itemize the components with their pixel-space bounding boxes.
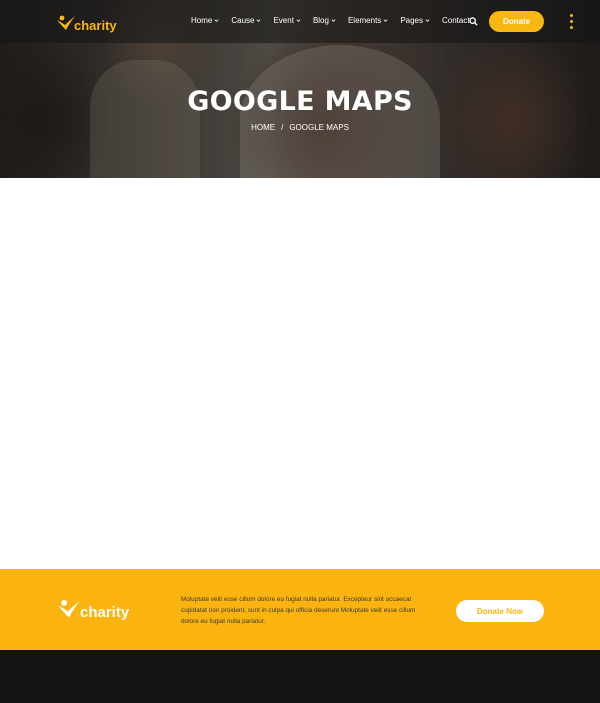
menu-item-pages[interactable]: Pages [400, 16, 430, 25]
chevron-down-icon [296, 19, 301, 22]
chevron-down-icon [383, 19, 388, 22]
dot [570, 20, 573, 23]
donate-now-button[interactable]: Donate Now [456, 600, 544, 622]
page-title: GOOGLE MAPS [187, 86, 413, 117]
chevron-down-icon [425, 19, 430, 22]
menu-item-event[interactable]: Event [273, 16, 301, 25]
search-icon[interactable] [469, 17, 478, 26]
vertical-dots-icon[interactable] [569, 14, 574, 29]
breadcrumb-home-link[interactable]: HOME [251, 123, 275, 132]
menu-item-label: Contact [442, 16, 470, 25]
chevron-down-icon [331, 19, 336, 22]
charity-logo-icon [57, 15, 75, 30]
menu-item-label: Cause [231, 16, 255, 25]
charity-logo-icon [58, 599, 80, 618]
map-content-area [0, 178, 600, 569]
menu-item-label: Event [273, 16, 294, 25]
logo-wordmark: charity [80, 604, 130, 621]
top-navigation: charity Home Cause Event Blog Elements P… [0, 0, 600, 43]
menu-item-label: Home [191, 16, 213, 25]
main-menu: Home Cause Event Blog Elements Pages Con… [191, 16, 482, 25]
breadcrumb-current: GOOGLE MAPS [289, 123, 349, 132]
menu-item-blog[interactable]: Blog [313, 16, 336, 25]
footer-cta-text: Moluptate velit esse cillum dolore eu fu… [181, 596, 416, 625]
menu-item-cause[interactable]: Cause [231, 16, 261, 25]
logo-wordmark: charity [74, 18, 117, 33]
site-logo[interactable]: charity [56, 12, 117, 33]
menu-item-label: Blog [312, 16, 329, 25]
breadcrumb-separator: / [281, 123, 284, 132]
menu-item-label: Elements [347, 16, 382, 25]
dot [570, 14, 573, 17]
footer-cta: charity Moluptate velit esse cillum dolo… [0, 569, 600, 650]
donate-button[interactable]: Donate [489, 11, 544, 32]
menu-item-elements[interactable]: Elements [348, 16, 388, 25]
footer-logo[interactable]: charity [56, 596, 129, 621]
chevron-down-icon [214, 19, 219, 22]
menu-item-label: Pages [400, 16, 423, 25]
chevron-down-icon [257, 19, 261, 22]
menu-item-home[interactable]: Home [191, 16, 219, 25]
dot [570, 26, 573, 29]
footer-bottom [0, 650, 600, 703]
breadcrumb: HOME / GOOGLE MAPS [0, 123, 600, 132]
menu-item-contact[interactable]: Contact [442, 16, 470, 25]
